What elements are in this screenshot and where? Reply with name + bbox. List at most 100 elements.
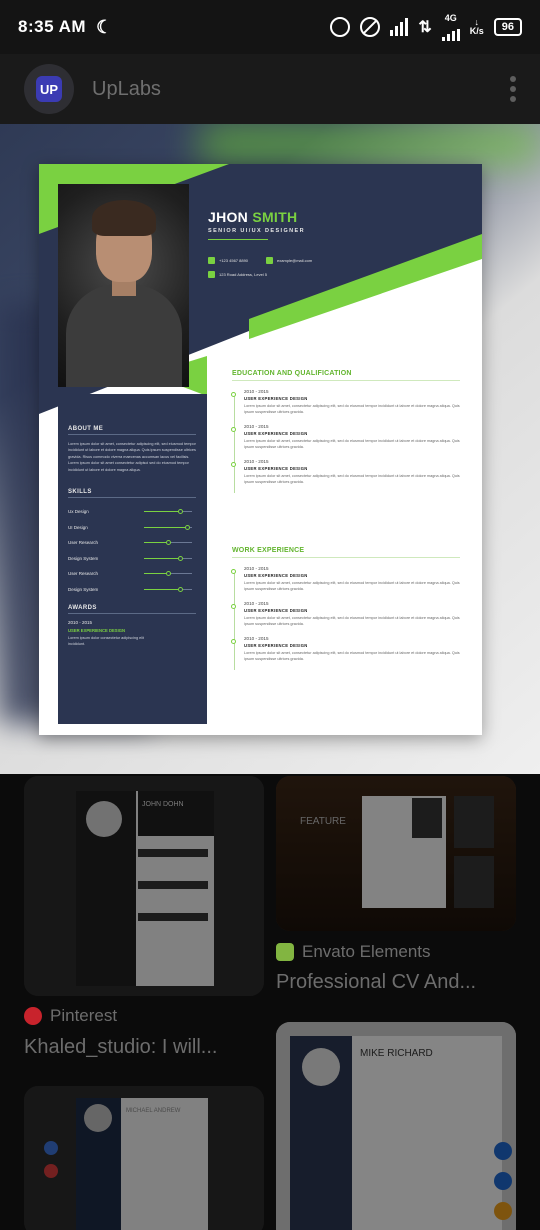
- entry-title: USER EXPERIENCE DESIGN: [244, 608, 308, 613]
- timeline-entry: 2010 - 2015 USER EXPERIENCE DESIGN Lorem i…: [231, 459, 460, 485]
- entry-years: 2010 - 2015: [244, 389, 269, 394]
- divider: [208, 239, 268, 240]
- skill-label: User Research: [68, 540, 99, 546]
- card-overlay: [276, 1022, 516, 1230]
- skill-row: Design System: [68, 551, 196, 567]
- status-icons: ⇅ 4G ↓ K/s 96: [330, 12, 522, 41]
- result-card[interactable]: FEATURE: [276, 776, 516, 931]
- timeline-dot: [231, 639, 236, 644]
- result-caption[interactable]: Professional CV And...: [276, 971, 476, 994]
- contact-address: 123 Road Address, Level 5: [208, 271, 267, 278]
- logo-mark: UP: [36, 76, 62, 102]
- image-preview[interactable]: JHON SMITH SENIOR UI/UX DESIGNER +123 45…: [0, 124, 540, 774]
- skill-row: User Research: [68, 535, 196, 551]
- app-bar: UP UpLabs: [0, 54, 540, 124]
- skill-label: Ux Design: [68, 509, 89, 515]
- timeline-dot: [231, 427, 236, 432]
- signal-4g-icon: 4G: [441, 12, 460, 41]
- skill-bar: [144, 555, 192, 561]
- timeline-dot: [231, 462, 236, 467]
- timeline-entry: 2010 - 2015 USER EXPERIENCE DESIGN Lorem i…: [231, 389, 460, 415]
- phone-text: +123 4567 8890: [219, 258, 249, 263]
- timeline-dot: [231, 604, 236, 609]
- skill-row: UI Design: [68, 520, 196, 536]
- speed-unit: K/s: [469, 26, 484, 36]
- entry-years: 2010 - 2015: [244, 459, 269, 464]
- envato-icon: [276, 943, 294, 961]
- entry-description: Lorem ipsum dolor sit amet, consectetur …: [244, 404, 460, 414]
- card-overlay: [24, 1086, 264, 1230]
- about-title: ABOUT ME: [68, 426, 104, 432]
- entry-description: Lorem ipsum dolor sit amet, consectetur …: [244, 616, 460, 626]
- entry-title: USER EXPERIENCE DESIGN: [244, 431, 308, 436]
- skill-label: Design System: [68, 586, 99, 592]
- skill-row: Ux Design: [68, 504, 196, 520]
- entry-title: USER EXPERIENCE DESIGN: [244, 466, 308, 471]
- entry-years: 2010 - 2015: [244, 636, 269, 641]
- moon-icon: ☾: [96, 16, 113, 37]
- network-type: 4G: [444, 12, 457, 23]
- entry-title: USER EXPERIENCE DESIGN: [244, 643, 308, 648]
- divider: [232, 557, 460, 558]
- timeline-dot: [231, 569, 236, 574]
- work-title: WORK EXPERIENCE: [232, 547, 305, 554]
- timeline-entry: 2010 - 2015 USER EXPERIENCE DESIGN Lorem i…: [231, 566, 460, 592]
- resume-sidebar: ABOUT ME Lorem ipsum dolor sit amet, con…: [58, 414, 206, 648]
- result-source: Pinterest: [24, 1006, 117, 1026]
- email-text: example@mail.com: [277, 258, 313, 263]
- divider: [68, 434, 196, 435]
- result-card[interactable]: JOHN DOHN: [24, 776, 264, 996]
- skill-bar: [144, 509, 192, 515]
- divider: [232, 380, 460, 381]
- divider: [68, 497, 196, 499]
- skill-bar: [144, 586, 192, 592]
- card-overlay: [276, 776, 516, 931]
- timeline-entry: 2010 - 2015 USER EXPERIENCE DESIGN Lorem i…: [231, 424, 460, 450]
- skill-bar: [144, 571, 192, 577]
- battery-icon: 96: [493, 18, 522, 36]
- resume-name: JHON SMITH: [208, 209, 297, 225]
- last-name: SMITH: [252, 209, 298, 225]
- skill-label: UI Design: [68, 524, 88, 530]
- skill-label: User Research: [68, 571, 99, 577]
- profile-photo: [58, 184, 189, 387]
- more-options-icon[interactable]: [510, 76, 516, 102]
- work-timeline: 2010 - 2015 USER EXPERIENCE DESIGN Lorem i…: [231, 566, 460, 670]
- data-arrows-icon: ⇅: [418, 19, 432, 36]
- entry-description: Lorem ipsum dolor sit amet, consectetur …: [244, 651, 460, 661]
- result-source: Envato Elements: [276, 942, 431, 962]
- pinterest-icon: [24, 1007, 42, 1025]
- do-not-disturb-icon: [360, 17, 381, 37]
- entry-years: 2010 - 2015: [244, 566, 269, 571]
- entry-title: USER EXPERIENCE DESIGN: [244, 573, 308, 578]
- app-title[interactable]: UpLabs: [92, 78, 161, 101]
- result-caption[interactable]: Khaled_studio: I will...: [24, 1036, 217, 1059]
- skill-bar: [144, 540, 192, 546]
- result-card[interactable]: MICHAEL ANDREW: [24, 1086, 264, 1230]
- education-title: EDUCATION AND QUALIFICATION: [232, 370, 352, 377]
- skills-title: SKILLS: [68, 489, 92, 496]
- blur-decoration: [200, 124, 540, 164]
- status-bar: 8:35 AM ☾ ⇅ 4G ↓ K/s 96: [0, 0, 540, 54]
- source-name: Pinterest: [50, 1006, 118, 1025]
- skill-label: Design System: [68, 555, 99, 561]
- result-card[interactable]: MIKE RICHARD: [276, 1022, 516, 1230]
- award-years: 2010 - 2015: [68, 620, 93, 626]
- skill-row: User Research: [68, 566, 196, 582]
- alarm-icon: [330, 17, 351, 37]
- education-section: EDUCATION AND QUALIFICATION 2010 - 2015 U…: [231, 370, 460, 494]
- location-icon: [208, 271, 215, 278]
- entry-years: 2010 - 2015: [244, 424, 269, 429]
- first-name: JHON: [208, 209, 249, 225]
- timeline-entry: 2010 - 2015 USER EXPERIENCE DESIGN Lorem i…: [231, 601, 460, 627]
- skills-list: Ux Design UI Design User Research Design Sy…: [68, 504, 196, 597]
- mail-icon: [266, 257, 274, 264]
- contact-phone: +123 4567 8890 example@mail.com: [208, 257, 312, 264]
- timeline-dot: [231, 392, 236, 397]
- timeline-entry: 2010 - 2015 USER EXPERIENCE DESIGN Lorem i…: [231, 636, 460, 662]
- divider: [68, 613, 196, 615]
- award-text: Lorem ipsum dolor consectetur adipiscing…: [68, 636, 144, 647]
- about-text: Lorem ipsum dolor sit amet, consectetur …: [68, 442, 196, 472]
- uplabs-logo[interactable]: UP: [24, 64, 74, 114]
- skill-bar: [144, 524, 192, 530]
